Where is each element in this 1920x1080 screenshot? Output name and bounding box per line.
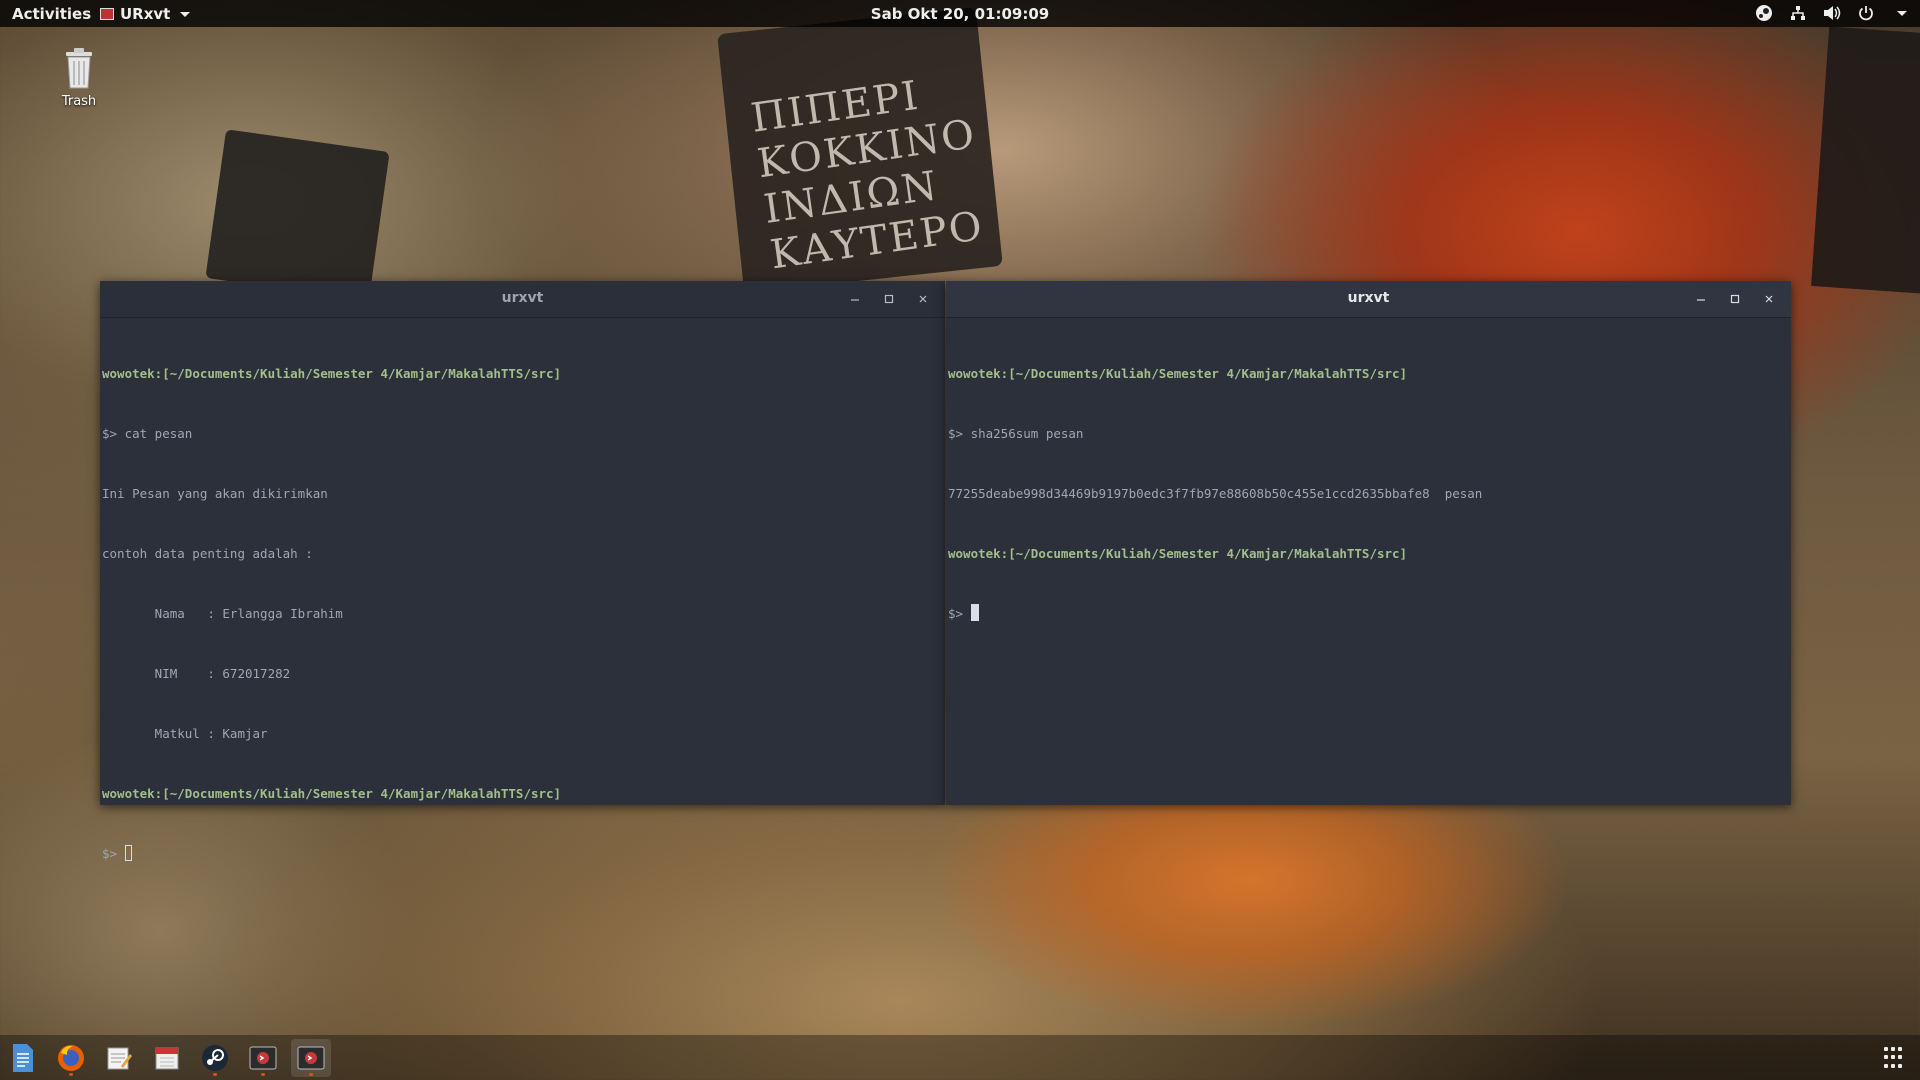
network-icon[interactable]: [1788, 3, 1808, 23]
clock[interactable]: Sab Okt 20, 01:09:09: [0, 5, 1920, 23]
show-applications-icon[interactable]: [1884, 1047, 1906, 1069]
text-cursor: [970, 604, 979, 621]
maximize-button[interactable]: [877, 287, 901, 311]
command-line: $> cat pesan: [102, 426, 193, 441]
steam-icon[interactable]: [1754, 3, 1774, 23]
output-line: Matkul : Kamjar: [102, 726, 268, 741]
minimize-button[interactable]: [843, 287, 867, 311]
prompt-user: wowotek:: [948, 546, 1009, 561]
prompt-user: wowotek:: [102, 366, 163, 381]
prompt-symbol: $>: [102, 846, 118, 861]
trash-icon: [62, 46, 96, 90]
top-bar: Activities URxvt Sab Okt 20, 01:09:09: [0, 0, 1920, 27]
prompt-path: [~/Documents/Kuliah/Semester 4/Kamjar/Ma…: [162, 786, 562, 801]
terminal-icon[interactable]: [291, 1039, 331, 1077]
output-line: Ini Pesan yang akan dikirimkan: [102, 486, 328, 501]
dock: [0, 1035, 1920, 1080]
wallpaper-sign: [1811, 26, 1920, 294]
trash-label: Trash: [61, 94, 97, 109]
window-titlebar[interactable]: urxvt: [946, 281, 1791, 318]
text-editor-icon[interactable]: [99, 1039, 139, 1077]
output-line: Nama : Erlangga Ibrahim: [102, 606, 343, 621]
prompt-symbol: $>: [948, 606, 964, 621]
window-title: urxvt: [501, 290, 544, 306]
maximize-button[interactable]: [1723, 287, 1747, 311]
terminal-icon[interactable]: [243, 1039, 283, 1077]
close-button[interactable]: [911, 287, 935, 311]
input-line[interactable]: $>: [948, 604, 1789, 624]
input-line[interactable]: $>: [102, 844, 943, 864]
prompt-path: [~/Documents/Kuliah/Semester 4/Kamjar/Ma…: [1008, 366, 1408, 381]
steam-icon[interactable]: [195, 1039, 235, 1077]
prompt-path: [~/Documents/Kuliah/Semester 4/Kamjar/Ma…: [1008, 546, 1408, 561]
firefox-icon[interactable]: [51, 1039, 91, 1077]
window-title: urxvt: [1347, 290, 1390, 306]
prompt-line: wowotek:[~/Documents/Kuliah/Semester 4/K…: [102, 784, 943, 804]
chevron-down-icon[interactable]: [1890, 3, 1910, 23]
prompt-path: [~/Documents/Kuliah/Semester 4/Kamjar/Ma…: [162, 366, 562, 381]
calendar-icon[interactable]: [147, 1039, 187, 1077]
terminal-window-left[interactable]: urxvt wowotek:[~/Documents/Kuliah/Semest…: [100, 281, 945, 861]
system-tray[interactable]: [1754, 3, 1910, 23]
wallpaper-sign-text: ΠΙΠΕΡΙ ΚΟΚΚΙΝΟ ΙΝΔΙΩΝ ΚΑΥΤΕΡΟ: [748, 72, 987, 279]
prompt-user: wowotek:: [948, 366, 1009, 381]
prompt-line: wowotek:[~/Documents/Kuliah/Semester 4/K…: [948, 544, 1789, 564]
window-titlebar[interactable]: urxvt: [100, 281, 945, 318]
terminal-window-right[interactable]: urxvt wowotek:[~/Documents/Kuliah/Semest…: [946, 281, 1791, 805]
terminal-output[interactable]: wowotek:[~/Documents/Kuliah/Semester 4/K…: [100, 318, 945, 910]
minimize-button[interactable]: [1689, 287, 1713, 311]
prompt-user: wowotek:: [102, 786, 163, 801]
output-line: contoh data penting adalah :: [102, 546, 313, 561]
trash-desktop-icon[interactable]: Trash: [52, 46, 106, 109]
output-line: 77255deabe998d34469b9197b0edc3f7fb97e886…: [948, 486, 1483, 501]
document-viewer-icon[interactable]: [3, 1039, 43, 1077]
text-cursor: [124, 845, 132, 861]
power-icon[interactable]: [1856, 3, 1876, 23]
wallpaper-sign: [205, 129, 390, 301]
output-line: NIM : 672017282: [102, 666, 291, 681]
prompt-line: wowotek:[~/Documents/Kuliah/Semester 4/K…: [102, 364, 943, 384]
close-button[interactable]: [1757, 287, 1781, 311]
command-line: $> sha256sum pesan: [948, 426, 1084, 441]
prompt-line: wowotek:[~/Documents/Kuliah/Semester 4/K…: [948, 364, 1789, 384]
terminal-output[interactable]: wowotek:[~/Documents/Kuliah/Semester 4/K…: [946, 318, 1791, 670]
volume-icon[interactable]: [1822, 3, 1842, 23]
